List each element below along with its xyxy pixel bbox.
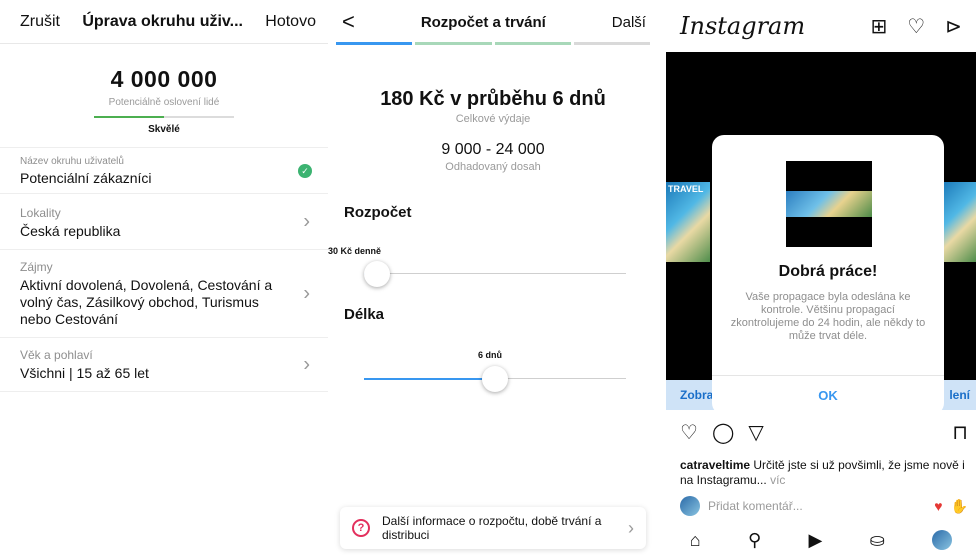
chevron-right-icon: ›: [628, 517, 634, 538]
bottom-nav: ⌂ ⚲ ▶ ⛀: [666, 525, 976, 555]
question-icon: ?: [352, 519, 370, 537]
ig-header: Instagram ⊞ ♡ ⊳: [666, 0, 976, 52]
total-spend-label: Celkové výdaje: [455, 113, 531, 125]
promotion-thumbnail: [786, 161, 872, 247]
step-progress: [336, 42, 650, 45]
row-label: Věk a pohlaví: [20, 348, 93, 362]
comment-placeholder[interactable]: Přidat komentář...: [708, 499, 803, 513]
budget-duration-screen: < Rozpočet a trvání Další 180 Kč v průbě…: [328, 0, 658, 555]
chevron-right-icon: ›: [303, 282, 310, 304]
page-title: Úprava okruhu uživ...: [82, 12, 243, 30]
more-info-link[interactable]: ? Další informace o rozpočtu, době trván…: [340, 507, 646, 549]
done-button[interactable]: Hotovo: [265, 13, 316, 31]
budget-heading: Rozpočet: [344, 204, 412, 221]
reels-icon[interactable]: ▶: [809, 530, 823, 551]
instagram-feed-screen: Instagram ⊞ ♡ ⊳ TRAVEL Zobra lení ♡ ◯ ▽ …: [666, 0, 976, 555]
send-icon[interactable]: ⊳: [945, 14, 962, 39]
duration-slider-fill: [364, 378, 495, 380]
caption-username[interactable]: catraveltime: [680, 458, 750, 472]
link-text-right: lení: [949, 388, 970, 402]
header: Zrušit Úprava okruhu uživ... Hotovo: [0, 0, 328, 44]
post-caption: catraveltime Určitě jste si už povšimli,…: [680, 458, 968, 488]
like-icon[interactable]: ♡: [680, 420, 698, 445]
caption-more-link[interactable]: víc: [770, 473, 785, 487]
dialog-body: Vaše propagace byla odeslána ke kontrole…: [730, 291, 926, 342]
step-indicator: [573, 42, 650, 45]
budget-value: 30 Kč denně: [328, 246, 382, 256]
reach-label: Potenciálně oslovení lidé: [108, 97, 220, 108]
budget-slider-handle[interactable]: [364, 261, 391, 287]
duration-heading: Délka: [344, 306, 385, 323]
interests-row[interactable]: Zájmy Aktivní dovolená, Dovolená, Cestov…: [0, 250, 328, 338]
step-indicator: [336, 42, 413, 45]
heart-icon[interactable]: ♡: [907, 14, 925, 39]
row-value: Potenciální zákazníci: [20, 170, 152, 186]
thumbnail-image: [786, 191, 872, 217]
search-icon[interactable]: ⚲: [748, 530, 761, 551]
post-image-text: TRAVEL: [668, 184, 704, 194]
comment-icon[interactable]: ◯: [712, 420, 734, 445]
reach-meter-fill: [94, 116, 164, 118]
duration-value: 6 dnů: [478, 350, 502, 360]
reach-meter: [94, 116, 234, 118]
row-label: Lokality: [20, 206, 61, 220]
page-title: Rozpočet a trvání: [420, 13, 546, 31]
link-text-left: Zobra: [680, 388, 714, 402]
avatar: [680, 496, 700, 516]
estimated-reach-label: Odhadovaný dosah: [445, 161, 541, 173]
more-info-text: Další informace o rozpočtu, době trvání …: [382, 514, 602, 542]
instagram-logo: Instagram: [680, 12, 806, 40]
back-icon[interactable]: <: [342, 9, 355, 35]
promotion-submitted-dialog: Dobrá práce! Vaše propagace byla odeslán…: [712, 135, 944, 415]
cancel-button[interactable]: Zrušit: [20, 13, 60, 31]
reach-rating: Skvělé: [148, 124, 180, 135]
bookmark-icon[interactable]: ⊓: [952, 420, 968, 445]
total-spend: 180 Kč v průběhu 6 dnů: [380, 88, 606, 110]
audience-edit-screen: Zrušit Úprava okruhu uživ... Hotovo 4 00…: [0, 0, 328, 555]
row-value: Česká republika: [20, 223, 121, 239]
clap-emoji-icon[interactable]: ✋: [951, 498, 968, 515]
locations-row[interactable]: Lokality Česká republika ›: [0, 194, 328, 250]
shop-icon[interactable]: ⛀: [870, 530, 885, 551]
post-image-right: [942, 182, 976, 262]
chevron-right-icon: ›: [303, 353, 310, 375]
budget-slider[interactable]: [364, 273, 626, 275]
share-icon[interactable]: ▽: [748, 420, 763, 445]
audience-name-row[interactable]: Název okruhu uživatelů Potenciální zákaz…: [0, 148, 328, 194]
duration-slider-handle[interactable]: [482, 366, 508, 392]
age-gender-row[interactable]: Věk a pohlaví Všichni | 15 až 65 let ›: [0, 338, 328, 392]
next-button[interactable]: Další: [612, 14, 646, 31]
post-actions: ♡ ◯ ▽ ⊓: [680, 420, 968, 445]
reach-summary: 4 000 000 Potenciálně oslovení lidé Skvě…: [0, 44, 328, 148]
post-image-left: TRAVEL: [666, 182, 710, 262]
chevron-right-icon: ›: [303, 210, 310, 232]
profile-avatar[interactable]: [932, 530, 953, 550]
heart-emoji-icon[interactable]: ♥: [934, 498, 942, 515]
check-icon: ✓: [298, 163, 312, 178]
row-value: Aktivní dovolená, Dovolená, Cestování a …: [20, 277, 273, 327]
row-value: Všichni | 15 až 65 let: [20, 365, 149, 381]
add-comment-row[interactable]: Přidat komentář... ♥ ✋: [680, 496, 968, 516]
step-indicator: [415, 42, 492, 45]
dialog-title: Dobrá práce!: [778, 263, 878, 280]
new-post-icon[interactable]: ⊞: [871, 14, 888, 39]
step-indicator: [494, 42, 571, 45]
row-label: Název okruhu uživatelů: [20, 156, 124, 167]
header: < Rozpočet a trvání Další: [328, 0, 658, 45]
estimated-reach: 9 000 - 24 000: [441, 141, 545, 158]
ok-button[interactable]: OK: [712, 375, 944, 415]
reach-value: 4 000 000: [110, 66, 218, 92]
home-icon[interactable]: ⌂: [690, 530, 701, 551]
row-label: Zájmy: [20, 260, 53, 274]
